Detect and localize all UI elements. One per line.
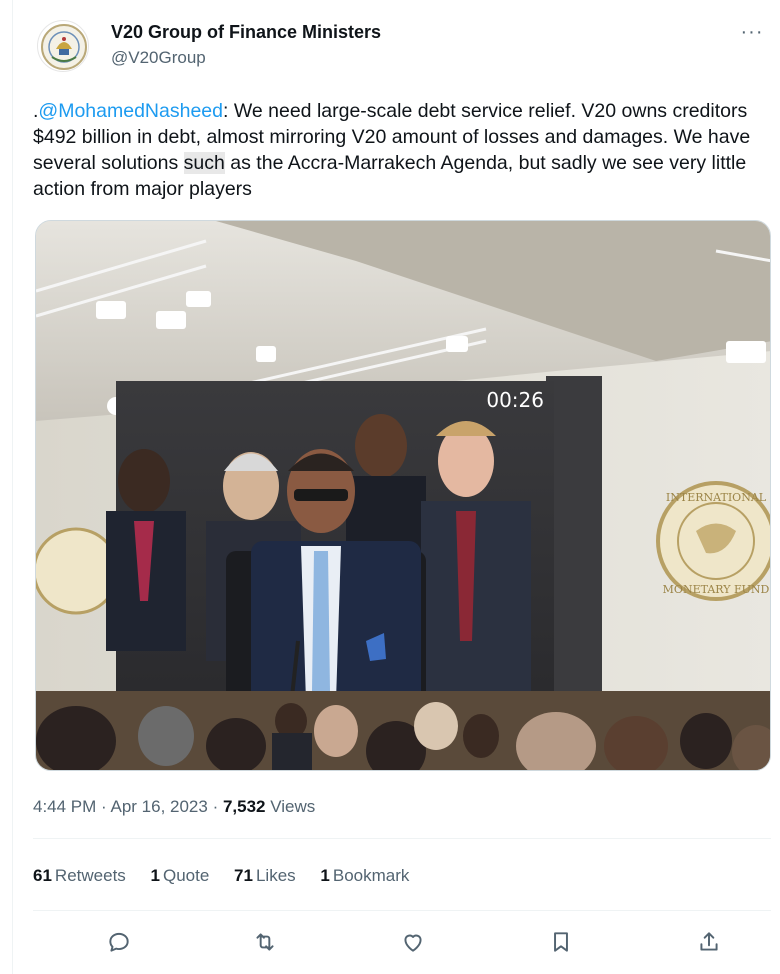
more-options-button[interactable]: ··· <box>737 20 767 50</box>
mention-link[interactable]: @MohamedNasheed <box>38 100 223 122</box>
likes-count: 71 <box>234 866 253 885</box>
svg-text:INTERNATIONAL: INTERNATIONAL <box>666 491 767 504</box>
reply-icon <box>109 932 129 952</box>
engagement-stats: 61 Retweets 1 Quote 71 Likes 1 Bookmark <box>33 866 429 886</box>
retweets-stat[interactable]: 61 Retweets <box>33 866 126 886</box>
share-icon <box>700 932 718 951</box>
author-avatar[interactable] <box>37 20 89 72</box>
tweet-photo[interactable]: INTERNATIONAL MONETARY FUND 00:26 <box>35 220 771 771</box>
action-bar <box>33 922 773 962</box>
screen-timer: 00:26 <box>486 388 544 412</box>
likes-label: Likes <box>255 866 296 885</box>
heart-icon <box>404 934 422 952</box>
quotes-label: Quote <box>163 866 210 885</box>
meta-separator: · <box>96 797 111 816</box>
tweet-card: V20 Group of Finance Ministers @V20Group… <box>12 0 780 974</box>
highlighted-word: such <box>183 152 225 174</box>
bookmarks-count: 1 <box>320 866 330 885</box>
tweet-metadata: 4:44 PM · Apr 16, 2023 · 7,532 Views <box>33 797 315 817</box>
author-handle[interactable]: @V20Group <box>111 48 206 68</box>
divider-2 <box>33 910 771 911</box>
retweet-icon <box>256 933 274 951</box>
bookmarks-stat[interactable]: 1 Bookmark <box>320 866 409 886</box>
reply-button[interactable] <box>103 926 135 958</box>
tweet-header: V20 Group of Finance Ministers @V20Group… <box>37 20 767 72</box>
retweets-count: 61 <box>33 866 52 885</box>
author-display-name[interactable]: V20 Group of Finance Ministers <box>111 22 381 43</box>
tweet-text: .@MohamedNasheed: We need large-scale de… <box>33 98 773 202</box>
share-button[interactable] <box>693 926 725 958</box>
svg-text:MONETARY FUND: MONETARY FUND <box>663 583 770 596</box>
retweet-button[interactable] <box>249 926 281 958</box>
tweet-date[interactable]: Apr 16, 2023 <box>110 797 207 816</box>
views-label: Views <box>265 797 316 816</box>
bookmark-button[interactable] <box>545 926 577 958</box>
bookmarks-label: Bookmark <box>332 866 410 885</box>
bookmark-icon <box>554 932 568 952</box>
v20-emblem-icon <box>41 24 87 70</box>
meta-separator-2: · <box>207 797 223 816</box>
like-button[interactable] <box>397 926 429 958</box>
views-count: 7,532 <box>222 797 266 816</box>
conference-photo: INTERNATIONAL MONETARY FUND 00:26 <box>36 221 770 770</box>
retweets-label: Retweets <box>54 866 126 885</box>
quotes-count: 1 <box>150 866 160 885</box>
tweet-time[interactable]: 4:44 PM <box>33 797 96 816</box>
divider <box>33 838 771 839</box>
quotes-stat[interactable]: 1 Quote <box>151 866 210 886</box>
likes-stat[interactable]: 71 Likes <box>234 866 296 886</box>
